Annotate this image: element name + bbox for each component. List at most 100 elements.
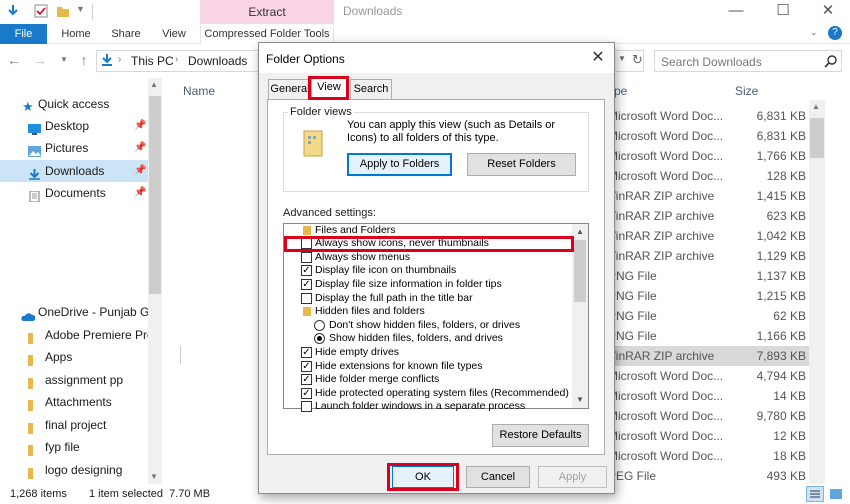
- table-row[interactable]: Microsoft Word Doc... 6,831 KB: [604, 126, 809, 146]
- table-row[interactable]: PNG File 1,166 KB: [604, 326, 809, 346]
- table-row[interactable]: VinRAR ZIP archive 1,415 KB: [604, 186, 809, 206]
- table-row[interactable]: VinRAR ZIP archive 7,893 KB: [604, 346, 809, 366]
- tab-view[interactable]: View: [152, 24, 196, 44]
- nav-item-pictures[interactable]: Pictures 📌: [0, 137, 148, 159]
- context-tab-extract[interactable]: Extract: [200, 0, 334, 24]
- table-row[interactable]: Microsoft Word Doc... 18 KB: [604, 446, 809, 466]
- checkbox-checked-icon[interactable]: ✓: [301, 387, 312, 399]
- chevron-down-icon[interactable]: ▼: [76, 4, 90, 18]
- setting-item[interactable]: ✓ Hide empty drives: [284, 346, 572, 360]
- table-row[interactable]: PNG File 1,137 KB: [604, 266, 809, 286]
- checkbox-icon[interactable]: [34, 4, 48, 18]
- table-row[interactable]: VinRAR ZIP archive 1,042 KB: [604, 226, 809, 246]
- radio-selected-icon[interactable]: [314, 333, 325, 345]
- details-view-icon[interactable]: [806, 486, 824, 502]
- tab-general[interactable]: General: [268, 79, 312, 99]
- checkbox-checked-icon[interactable]: ✓: [301, 278, 312, 290]
- tab-file[interactable]: File: [0, 24, 47, 44]
- address-dropdown-icon[interactable]: ▼: [618, 54, 626, 63]
- properties-icon[interactable]: [6, 4, 20, 18]
- close-button[interactable]: ✕: [805, 0, 850, 24]
- setting-item[interactable]: ✓ Hide folder merge conflicts: [284, 373, 572, 387]
- nav-folder[interactable]: final project: [0, 414, 148, 436]
- checkbox-icon[interactable]: [301, 292, 312, 304]
- checkbox-icon[interactable]: [301, 401, 312, 413]
- table-row[interactable]: PEG File 493 KB: [604, 466, 809, 486]
- table-row[interactable]: PNG File 1,215 KB: [604, 286, 809, 306]
- setting-item[interactable]: ✓ Display file icon on thumbnails: [284, 264, 572, 278]
- maximize-button[interactable]: ☐: [760, 0, 806, 24]
- apply-to-folders-button[interactable]: Apply to Folders: [347, 153, 452, 176]
- table-row[interactable]: Microsoft Word Doc... 4,794 KB: [604, 366, 809, 386]
- setting-item[interactable]: Always show menus: [284, 251, 572, 265]
- setting-item[interactable]: Launch folder windows in a separate proc…: [284, 400, 572, 414]
- scroll-up-icon[interactable]: ▲: [574, 225, 586, 239]
- nav-folder[interactable]: Apps: [0, 346, 148, 368]
- nav-quick-access[interactable]: ★ Quick access: [0, 93, 148, 115]
- back-arrow-icon[interactable]: ←: [6, 50, 22, 70]
- table-row[interactable]: Microsoft Word Doc... 1,766 KB: [604, 146, 809, 166]
- advanced-scrollbar-thumb[interactable]: [574, 240, 586, 302]
- breadcrumb-this-pc[interactable]: This PC: [131, 54, 174, 68]
- setting-item[interactable]: ✓ Hide extensions for known file types: [284, 360, 572, 374]
- breadcrumb-downloads[interactable]: Downloads: [188, 54, 247, 68]
- table-row[interactable]: PNG File 62 KB: [604, 306, 809, 326]
- radio-icon[interactable]: [314, 319, 325, 331]
- tab-compressed-folder-tools[interactable]: Compressed Folder Tools: [200, 24, 334, 44]
- table-row[interactable]: Microsoft Word Doc... 9,780 KB: [604, 406, 809, 426]
- nav-folder[interactable]: Attachments: [0, 391, 148, 413]
- nav-folder[interactable]: Adobe Premiere Pro: [0, 324, 148, 346]
- dialog-close-button[interactable]: ✕: [586, 47, 610, 69]
- tab-home[interactable]: Home: [52, 24, 100, 44]
- recent-chevron-icon[interactable]: ▼: [56, 50, 72, 70]
- table-row[interactable]: VinRAR ZIP archive 623 KB: [604, 206, 809, 226]
- search-input[interactable]: Search Downloads: [654, 50, 842, 72]
- nav-item-desktop[interactable]: Desktop 📌: [0, 115, 148, 137]
- cancel-button[interactable]: Cancel: [466, 466, 530, 488]
- column-header-size[interactable]: Size: [735, 84, 758, 98]
- minimize-button[interactable]: —: [713, 0, 759, 24]
- up-arrow-icon[interactable]: ↑: [76, 50, 92, 70]
- apply-button[interactable]: Apply: [538, 466, 607, 488]
- refresh-icon[interactable]: ↻: [632, 52, 643, 68]
- setting-item[interactable]: ✓ Hide protected operating system files (…: [284, 387, 572, 401]
- scroll-up-icon[interactable]: ▲: [812, 102, 820, 111]
- checkbox-checked-icon[interactable]: ✓: [301, 360, 312, 372]
- table-row[interactable]: Microsoft Word Doc... 128 KB: [604, 166, 809, 186]
- nav-folder[interactable]: fyp file: [0, 436, 148, 458]
- search-icon[interactable]: [824, 54, 838, 68]
- forward-arrow-icon[interactable]: →: [32, 50, 48, 70]
- nav-item-documents[interactable]: Documents 📌: [0, 182, 148, 204]
- table-row[interactable]: Microsoft Word Doc... 14 KB: [604, 386, 809, 406]
- nav-scrollbar-thumb[interactable]: [149, 96, 161, 294]
- table-row[interactable]: Microsoft Word Doc... 6,831 KB: [604, 106, 809, 126]
- column-header-name[interactable]: Name: [183, 84, 215, 98]
- scroll-down-icon[interactable]: ▼: [150, 472, 158, 481]
- checkbox-icon[interactable]: [301, 251, 312, 263]
- ribbon-expand-icon[interactable]: ⌄: [810, 27, 818, 38]
- table-row[interactable]: VinRAR ZIP archive 1,129 KB: [604, 246, 809, 266]
- nav-folder[interactable]: assignment pp: [0, 369, 148, 391]
- nav-onedrive[interactable]: OneDrive - Punjab Gro: [0, 301, 148, 323]
- setting-item[interactable]: ✓ Display file size information in folder…: [284, 278, 572, 292]
- tab-share[interactable]: Share: [102, 24, 150, 44]
- list-scrollbar-thumb[interactable]: [810, 118, 824, 158]
- checkbox-checked-icon[interactable]: ✓: [301, 346, 312, 358]
- help-icon[interactable]: ?: [828, 26, 842, 40]
- reset-folders-button[interactable]: Reset Folders: [467, 153, 576, 176]
- setting-item[interactable]: Don't show hidden files, folders, or dri…: [284, 319, 572, 333]
- nav-folder[interactable]: logo designing: [0, 459, 148, 481]
- folder-icon[interactable]: [56, 4, 70, 18]
- checkbox-checked-icon[interactable]: ✓: [301, 265, 312, 277]
- scroll-up-icon[interactable]: ▲: [150, 80, 158, 89]
- checkbox-checked-icon[interactable]: ✓: [301, 374, 312, 386]
- restore-defaults-button[interactable]: Restore Defaults: [492, 424, 589, 447]
- setting-item[interactable]: Show hidden files, folders, and drives: [284, 332, 572, 346]
- selection-info: 1 item selected 7.70 MB: [89, 488, 211, 500]
- nav-item-downloads[interactable]: Downloads 📌: [0, 160, 148, 182]
- tab-search[interactable]: Search: [350, 79, 392, 99]
- table-row[interactable]: Microsoft Word Doc... 12 KB: [604, 426, 809, 446]
- scroll-down-icon[interactable]: ▼: [574, 393, 586, 407]
- large-icons-view-icon[interactable]: [828, 487, 844, 501]
- setting-item[interactable]: Display the full path in the title bar: [284, 292, 572, 306]
